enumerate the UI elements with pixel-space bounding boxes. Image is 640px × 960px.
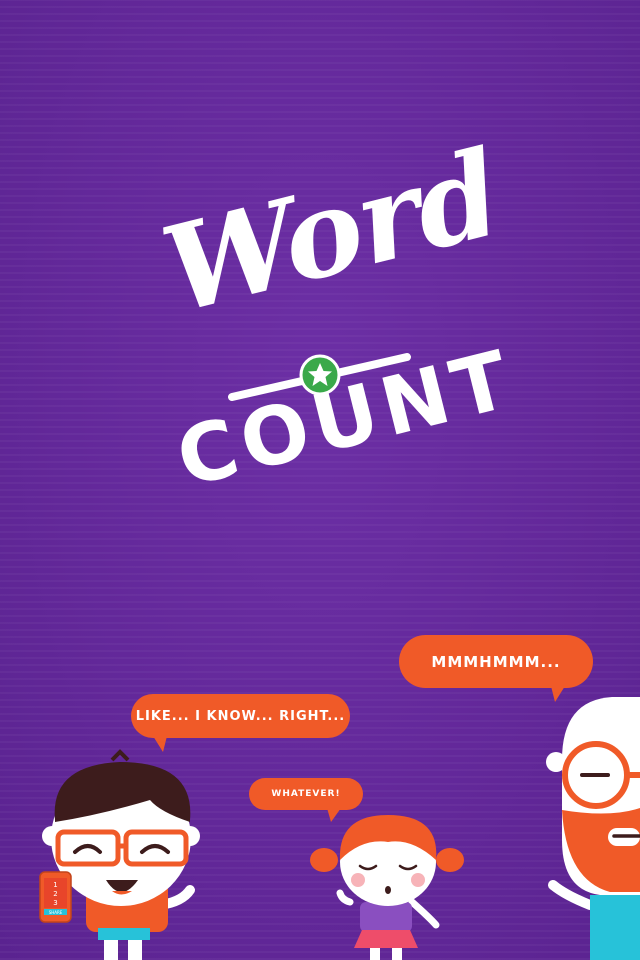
characters: 1 2 3 SHARE	[39, 697, 640, 960]
man-character	[546, 697, 640, 960]
share-button-label: SHARE	[49, 910, 63, 915]
phone-digit: 3	[53, 899, 57, 907]
boy-character	[42, 749, 200, 960]
phone-device[interactable]: 1 2 3 SHARE	[39, 871, 72, 923]
girl-character	[310, 815, 464, 960]
phone-digit: 1	[53, 881, 57, 889]
phone-digit: 2	[53, 890, 57, 898]
